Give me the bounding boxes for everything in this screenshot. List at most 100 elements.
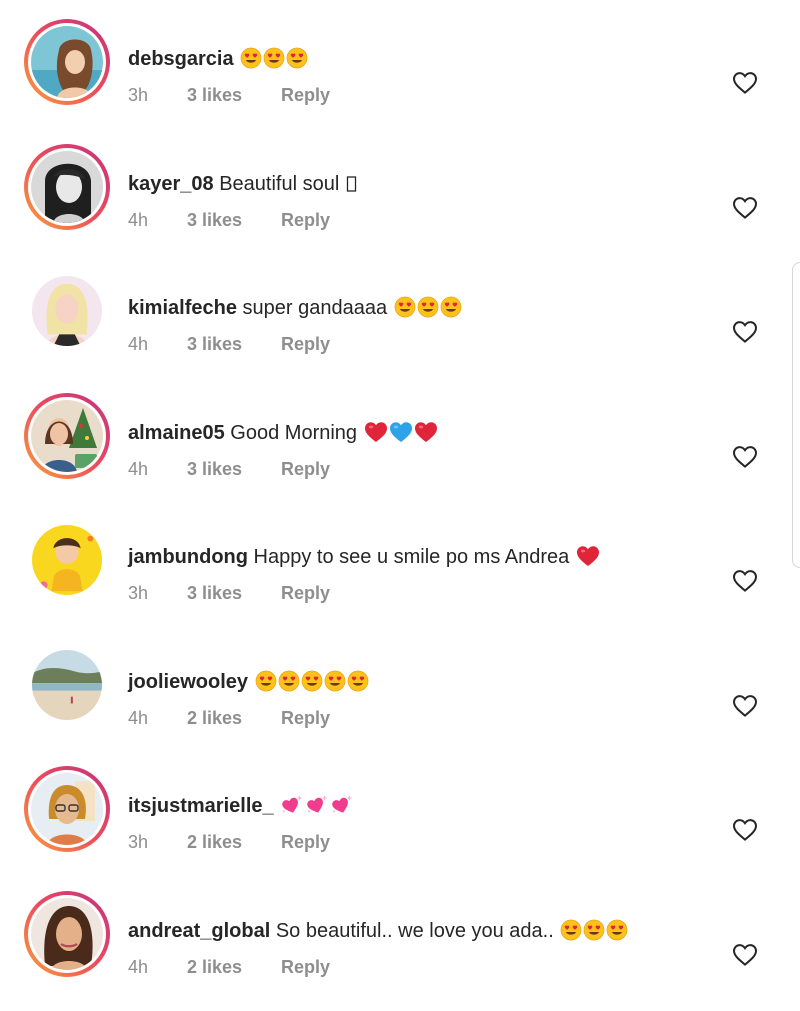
comment-likes-count[interactable]: 2 likes	[187, 706, 281, 730]
heart-eyes-emoji-icon	[301, 670, 323, 700]
comment-row: jooliewooley 4h 2 likes Reply	[0, 638, 800, 762]
avatar-child-yellow-photo[interactable]	[32, 525, 102, 595]
scroll-edge-handle[interactable]	[792, 262, 800, 568]
sparkling-hearts-emoji-icon	[330, 794, 354, 824]
comment-likes-count[interactable]: 3 likes	[187, 208, 281, 232]
like-heart-icon[interactable]	[732, 818, 758, 842]
comment-likes-count[interactable]: 3 likes	[187, 581, 281, 605]
like-heart-icon[interactable]	[732, 943, 758, 967]
comment-timestamp: 4h	[128, 708, 149, 728]
reply-button[interactable]: Reply	[281, 955, 330, 979]
heart-eyes-emoji-icon	[583, 919, 605, 949]
reply-button[interactable]: Reply	[281, 706, 330, 730]
avatar-frame[interactable]	[24, 642, 110, 728]
like-heart-icon[interactable]	[732, 320, 758, 344]
like-heart-icon[interactable]	[732, 569, 758, 593]
avatar-woman-christmas-photo[interactable]	[31, 400, 103, 472]
comment-timestamp: 4h	[128, 210, 149, 230]
avatar-story-ring[interactable]	[24, 891, 110, 977]
avatar-woman-portrait-photo[interactable]	[31, 898, 103, 970]
comment-row: debsgarcia 3h 3 likes Reply	[0, 15, 800, 139]
comment-body: itsjustmarielle_	[128, 792, 354, 824]
comment-likes-count[interactable]: 2 likes	[187, 830, 281, 854]
comment-body: andreat_global So beautiful.. we love yo…	[128, 917, 628, 949]
heart-eyes-emoji-icon	[255, 670, 277, 700]
comment-timestamp: 4h	[128, 459, 149, 479]
comment-meta: 3h 3 likes Reply	[128, 581, 330, 605]
heart-eyes-emoji-icon	[324, 670, 346, 700]
comment-username[interactable]: jooliewooley	[128, 671, 248, 693]
comment-likes-count[interactable]: 3 likes	[187, 83, 281, 107]
avatar-story-ring[interactable]	[24, 19, 110, 105]
comment-username[interactable]: kayer_08	[128, 173, 214, 195]
sparkling-hearts-emoji-icon	[280, 794, 304, 824]
comment-body: kayer_08 Beautiful soul	[128, 170, 358, 202]
comment-likes-count[interactable]: 2 likes	[187, 955, 281, 979]
comment-username[interactable]: debsgarcia	[128, 48, 234, 70]
comment-meta: 3h 2 likes Reply	[128, 830, 330, 854]
avatar-woman-pool-photo[interactable]	[31, 26, 103, 98]
avatar-frame[interactable]	[24, 517, 110, 603]
reply-button[interactable]: Reply	[281, 830, 330, 854]
avatar-woman-glasses-photo[interactable]	[31, 773, 103, 845]
comment-username[interactable]: jambundong	[128, 546, 248, 568]
comment-timestamp: 3h	[128, 583, 149, 603]
comment-username[interactable]: kimialfeche	[128, 297, 237, 319]
like-heart-icon[interactable]	[732, 71, 758, 95]
heart-eyes-emoji-icon	[394, 296, 416, 326]
heart-eyes-emoji-icon	[560, 919, 582, 949]
comment-timestamp: 3h	[128, 85, 149, 105]
blue-heart-emoji-icon	[389, 421, 413, 451]
missing-glyph-emoji-icon	[346, 174, 358, 202]
comment-meta: 4h 2 likes Reply	[128, 955, 330, 979]
comment-meta: 3h 3 likes Reply	[128, 83, 330, 107]
comment-username[interactable]: andreat_global	[128, 920, 270, 942]
comment-timestamp: 3h	[128, 832, 149, 852]
comment-username[interactable]: almaine05	[128, 422, 225, 444]
avatar-story-ring[interactable]	[24, 144, 110, 230]
comment-body: debsgarcia	[128, 45, 308, 77]
comment-meta: 4h 3 likes Reply	[128, 208, 330, 232]
avatar-beach-photo[interactable]	[32, 650, 102, 720]
heart-eyes-emoji-icon	[263, 47, 285, 77]
comment-body: kimialfeche super gandaaaa	[128, 294, 462, 326]
reply-button[interactable]: Reply	[281, 332, 330, 356]
comment-text: So beautiful.. we love you ada..	[275, 920, 560, 942]
avatar-frame[interactable]	[24, 268, 110, 354]
red-heart-emoji-icon	[576, 545, 600, 575]
red-heart-emoji-icon	[364, 421, 388, 451]
avatar-blonde-woman-photo[interactable]	[32, 276, 102, 346]
heart-eyes-emoji-icon	[278, 670, 300, 700]
reply-button[interactable]: Reply	[281, 208, 330, 232]
reply-button[interactable]: Reply	[281, 83, 330, 107]
comments-list: debsgarcia 3h 3 likes Reply kayer_08 Beauti…	[0, 0, 800, 1011]
like-heart-icon[interactable]	[732, 445, 758, 469]
like-heart-icon[interactable]	[732, 694, 758, 718]
comment-meta: 4h 3 likes Reply	[128, 457, 330, 481]
comment-likes-count[interactable]: 3 likes	[187, 457, 281, 481]
reply-button[interactable]: Reply	[281, 581, 330, 605]
comment-text: Happy to see u smile po ms Andrea	[253, 546, 575, 568]
like-heart-icon[interactable]	[732, 196, 758, 220]
avatar-story-ring[interactable]	[24, 766, 110, 852]
comment-username[interactable]: itsjustmarielle_	[128, 795, 274, 817]
comment-text: Good Morning	[230, 422, 363, 444]
comment-meta: 4h 2 likes Reply	[128, 706, 330, 730]
comment-row: itsjustmarielle_ 3h 2 likes Reply	[0, 762, 800, 886]
heart-eyes-emoji-icon	[440, 296, 462, 326]
avatar-story-ring[interactable]	[24, 393, 110, 479]
comment-row: almaine05 Good Morning 4h 3 likes Reply	[0, 389, 800, 513]
comment-body: jambundong Happy to see u smile po ms An…	[128, 543, 600, 575]
reply-button[interactable]: Reply	[281, 457, 330, 481]
heart-eyes-emoji-icon	[240, 47, 262, 77]
comment-row: andreat_global So beautiful.. we love yo…	[0, 887, 800, 1011]
comment-likes-count[interactable]: 3 likes	[187, 332, 281, 356]
comment-body: almaine05 Good Morning	[128, 419, 438, 451]
comment-row: kimialfeche super gandaaaa 4h 3 likes Repl…	[0, 264, 800, 388]
heart-eyes-emoji-icon	[417, 296, 439, 326]
avatar-woman-bw-photo[interactable]	[31, 151, 103, 223]
comment-text: super gandaaaa	[242, 297, 393, 319]
heart-eyes-emoji-icon	[606, 919, 628, 949]
sparkling-hearts-emoji-icon	[305, 794, 329, 824]
comment-meta: 4h 3 likes Reply	[128, 332, 330, 356]
